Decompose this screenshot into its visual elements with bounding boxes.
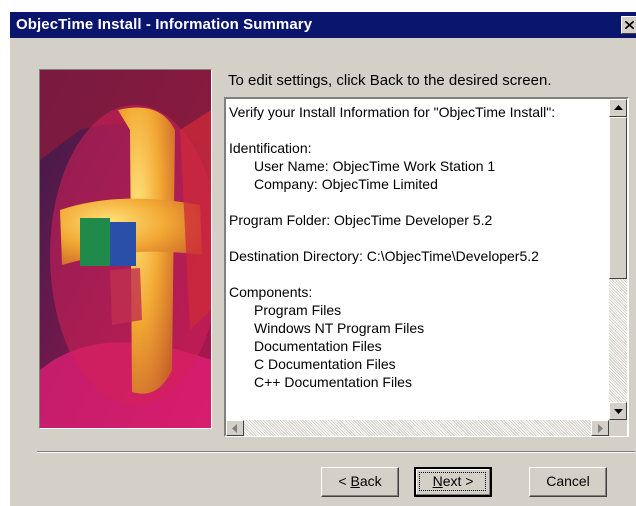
scroll-right-button[interactable] xyxy=(591,420,609,436)
button-separator xyxy=(37,451,635,453)
installer-artwork xyxy=(39,69,212,429)
vertical-scrollbar[interactable] xyxy=(609,99,627,420)
back-button[interactable]: < Back xyxy=(321,467,399,497)
cancel-button-label: Cancel xyxy=(546,473,590,489)
company-value: Company: ObjecTime Limited xyxy=(254,176,438,192)
back-button-mnemonic: B xyxy=(350,473,360,489)
close-button[interactable] xyxy=(621,16,636,34)
scroll-up-button[interactable] xyxy=(609,99,627,117)
window-title: ObjecTime Install - Information Summary xyxy=(16,16,313,33)
focus-rect xyxy=(419,472,486,491)
arrow-up-icon xyxy=(614,105,623,110)
arrow-down-icon xyxy=(614,409,623,414)
list-item: Program Files xyxy=(254,302,342,318)
back-button-label: ack xyxy=(359,473,382,489)
installer-logo-graphic xyxy=(40,70,211,428)
list-item: Windows NT Program Files xyxy=(254,320,425,336)
identification-label: Identification: xyxy=(229,140,312,156)
list-item: C Documentation Files xyxy=(254,356,396,372)
scroll-down-button[interactable] xyxy=(609,402,627,420)
user-name-value: User Name: ObjecTime Work Station 1 xyxy=(254,158,496,174)
summary-listbox[interactable]: Verify your Install Information for "Obj… xyxy=(224,97,629,437)
program-folder-value: Program Folder: ObjecTime Developer 5.2 xyxy=(229,212,493,228)
scrollbar-corner xyxy=(609,420,627,436)
close-icon xyxy=(625,21,634,29)
arrow-right-icon xyxy=(598,424,603,433)
horizontal-scrollbar[interactable] xyxy=(226,420,609,436)
arrow-left-icon xyxy=(232,424,237,433)
summary-content: Verify your Install Information for "Obj… xyxy=(229,103,555,391)
list-item: Documentation Files xyxy=(254,338,382,354)
instruction-text: To edit settings, click Back to the desi… xyxy=(228,72,552,89)
title-bar[interactable]: ObjecTime Install - Information Summary xyxy=(10,12,636,38)
install-dialog: ObjecTime Install - Information Summary xyxy=(8,10,636,506)
list-item: C++ Documentation Files xyxy=(254,374,412,390)
summary-heading: Verify your Install Information for "Obj… xyxy=(229,104,556,120)
summary-text-area[interactable]: Verify your Install Information for "Obj… xyxy=(226,99,609,420)
cancel-button[interactable]: Cancel xyxy=(529,467,607,497)
scroll-left-button[interactable] xyxy=(226,420,244,436)
vertical-scroll-thumb[interactable] xyxy=(609,117,627,279)
components-label: Components: xyxy=(229,284,313,300)
back-button-prefix: < xyxy=(338,473,351,489)
destination-directory-value: Destination Directory: C:\ObjecTime\Deve… xyxy=(229,248,539,264)
next-button[interactable]: Next > xyxy=(414,467,492,497)
